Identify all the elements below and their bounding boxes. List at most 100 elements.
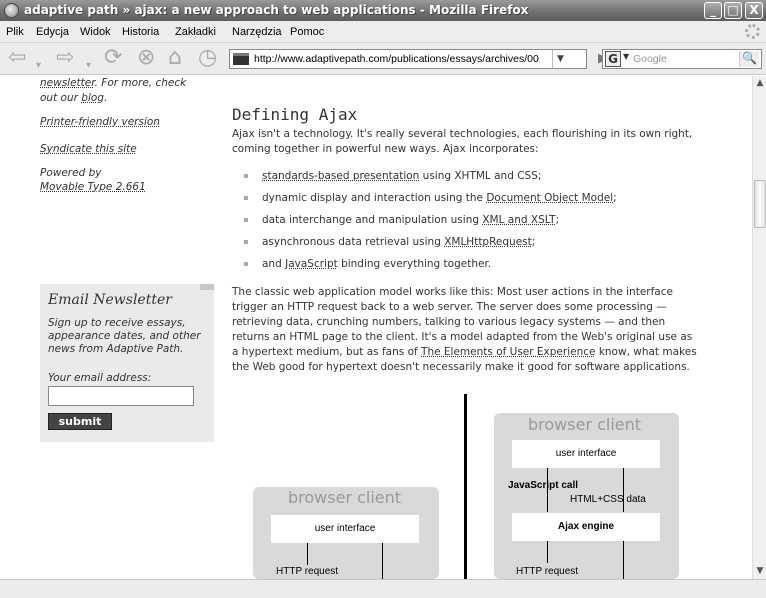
left-browser-client-title: browser client <box>288 488 402 507</box>
bullet-icon <box>244 174 248 178</box>
search-icon[interactable]: 🔍 <box>739 51 759 67</box>
bullet-text: ; <box>555 214 560 226</box>
sidebar-text: . For more, check <box>94 77 187 89</box>
sidebar-text: . <box>103 92 108 104</box>
menu-historia[interactable]: Historia <box>122 26 159 38</box>
engine-dropdown-icon[interactable]: ▼ <box>623 52 629 61</box>
blog-link[interactable]: blog <box>81 92 104 104</box>
maximize-button[interactable]: □ <box>724 2 742 19</box>
javascript-link[interactable]: JavaScript <box>285 258 338 270</box>
xmlhttprequest-link[interactable]: XMLHttpRequest <box>444 236 532 248</box>
diagram-divider <box>464 394 467 579</box>
scroll-up-icon[interactable]: ▲ <box>754 76 766 90</box>
sidebar-text: out our <box>40 92 82 104</box>
sidebar-newsletter-line: newsletter. For more, check <box>40 76 186 90</box>
email-label: Your email address: <box>48 372 152 384</box>
back-button[interactable]: ⇦ <box>8 47 26 69</box>
box-corner-tab <box>200 284 214 290</box>
para2-line-5: a hypertext medium, but as fans of The E… <box>232 345 732 361</box>
ajax-engine-box: Ajax engine <box>512 513 660 541</box>
bullet-text: data interchange and manipulation using <box>262 214 483 226</box>
article-heading: Defining Ajax <box>232 105 358 124</box>
google-engine-icon[interactable]: G <box>605 51 621 67</box>
history-button[interactable]: ◷ <box>198 47 217 69</box>
left-user-interface-box: user interface <box>271 515 419 543</box>
menu-edycja[interactable]: Edycja <box>36 26 69 38</box>
menu-zakladki[interactable]: Zakładki <box>175 26 216 38</box>
bullet-icon <box>244 240 248 244</box>
js-call-line <box>547 468 548 512</box>
page-content: newsletter. For more, check out our blog… <box>0 76 752 579</box>
syndicate-link[interactable]: Syndicate this site <box>40 143 137 155</box>
bullet-text: dynamic display and interaction using th… <box>262 192 487 204</box>
stop-button[interactable]: ⊗ <box>137 47 155 69</box>
sidebar-printer-line: Printer-friendly version <box>40 115 160 129</box>
scrollbar-thumb[interactable] <box>754 180 766 228</box>
window-title: adaptive path » ajax: a new approach to … <box>24 3 529 17</box>
right-user-interface-box: user interface <box>512 440 660 468</box>
status-bar <box>0 579 766 598</box>
back-history-icon[interactable]: ▾ <box>36 55 41 77</box>
scroll-down-icon[interactable]: ▼ <box>754 564 766 578</box>
newsletter-description: Sign up to receive essays, appearance da… <box>48 317 201 355</box>
bullet-text: and <box>262 258 286 270</box>
para2-line-6: the Web good for hypertext doesn't neces… <box>232 361 690 373</box>
newsletter-link[interactable]: newsletter <box>40 77 95 89</box>
minimize-button[interactable]: _ <box>704 2 722 19</box>
vertical-scrollbar[interactable]: ▲ ▼ <box>752 76 766 579</box>
email-field[interactable] <box>48 386 194 406</box>
movable-type-link[interactable]: Movable Type 2.661 <box>40 181 146 193</box>
firefox-icon <box>4 3 19 18</box>
right-request-line <box>547 541 548 563</box>
right-response-line <box>623 541 624 579</box>
search-input[interactable]: Google <box>633 53 667 65</box>
intro-line-2: coming together in powerful new ways. Aj… <box>232 143 539 155</box>
navigation-toolbar: ⇦ ▾ ⇨ ▾ ⟳ ⊗ ⌂ ◷ http://www.adaptivepath.… <box>0 43 766 75</box>
close-button[interactable]: X <box>745 2 763 19</box>
javascript-call-label: JavaScript call <box>508 480 579 491</box>
para2-line-4: returns an HTML page to the client. It's… <box>232 331 693 343</box>
printer-friendly-link[interactable]: Printer-friendly version <box>40 116 160 128</box>
intro-line-1: Ajax isn't a technology. It's really sev… <box>232 128 693 140</box>
bullet-icon <box>244 196 248 200</box>
bullet-icon <box>244 262 248 266</box>
left-request-line <box>307 543 308 565</box>
menu-widok[interactable]: Widok <box>80 26 111 38</box>
forward-history-icon[interactable]: ▾ <box>86 55 91 77</box>
forward-button[interactable]: ⇨ <box>56 47 74 69</box>
menu-narzedzia[interactable]: Narzędzia <box>232 26 282 38</box>
menu-bar: Plik Edycja Widok Historia Zakładki Narz… <box>0 21 766 43</box>
right-browser-client-title: browser client <box>528 415 642 434</box>
html-css-data-label: HTML+CSS data <box>570 494 646 505</box>
url-bar[interactable]: http://www.adaptivepath.com/publications… <box>229 49 608 69</box>
sidebar-movable-line: Movable Type 2.661 <box>40 180 146 194</box>
elements-of-ux-link[interactable]: The Elements of User Experience <box>421 346 595 358</box>
newsletter-title: Email Newsletter <box>48 292 172 308</box>
left-response-line <box>382 543 383 579</box>
search-bar[interactable]: G ▼ Google 🔍 <box>602 49 762 69</box>
xml-xslt-link[interactable]: XML and XSLT <box>482 214 555 226</box>
dom-link[interactable]: Document Object Model <box>486 192 613 204</box>
menu-plik[interactable]: Plik <box>6 26 24 38</box>
para-text: know, what makes <box>595 346 697 358</box>
bullet-text: ; <box>613 192 617 204</box>
bullet-text: using XHTML and CSS; <box>419 170 542 182</box>
url-dropdown-icon[interactable]: ▼ <box>552 50 568 68</box>
reload-button[interactable]: ⟳ <box>104 47 122 69</box>
menu-pomoc[interactable]: Pomoc <box>290 26 324 38</box>
submit-button[interactable]: submit <box>48 413 112 430</box>
home-button[interactable]: ⌂ <box>168 47 182 69</box>
bullet-text: asynchronous data retrieval using <box>262 236 445 248</box>
bullet-icon <box>244 218 248 222</box>
html-css-line <box>623 468 624 512</box>
url-text[interactable]: http://www.adaptivepath.com/publications… <box>254 53 544 65</box>
standards-link[interactable]: standards-based presentation <box>262 170 419 182</box>
throbber-icon <box>745 24 760 39</box>
window-titlebar[interactable]: adaptive path » ajax: a new approach to … <box>0 0 766 21</box>
para-text: a hypertext medium, but as fans of <box>232 346 422 358</box>
sidebar-blog-line: out our blog. <box>40 91 107 105</box>
site-favicon-icon <box>233 53 249 65</box>
bullet-text: binding everything together. <box>337 258 492 270</box>
left-http-request-label: HTTP request <box>276 566 339 577</box>
bullet-text: ; <box>531 236 536 248</box>
